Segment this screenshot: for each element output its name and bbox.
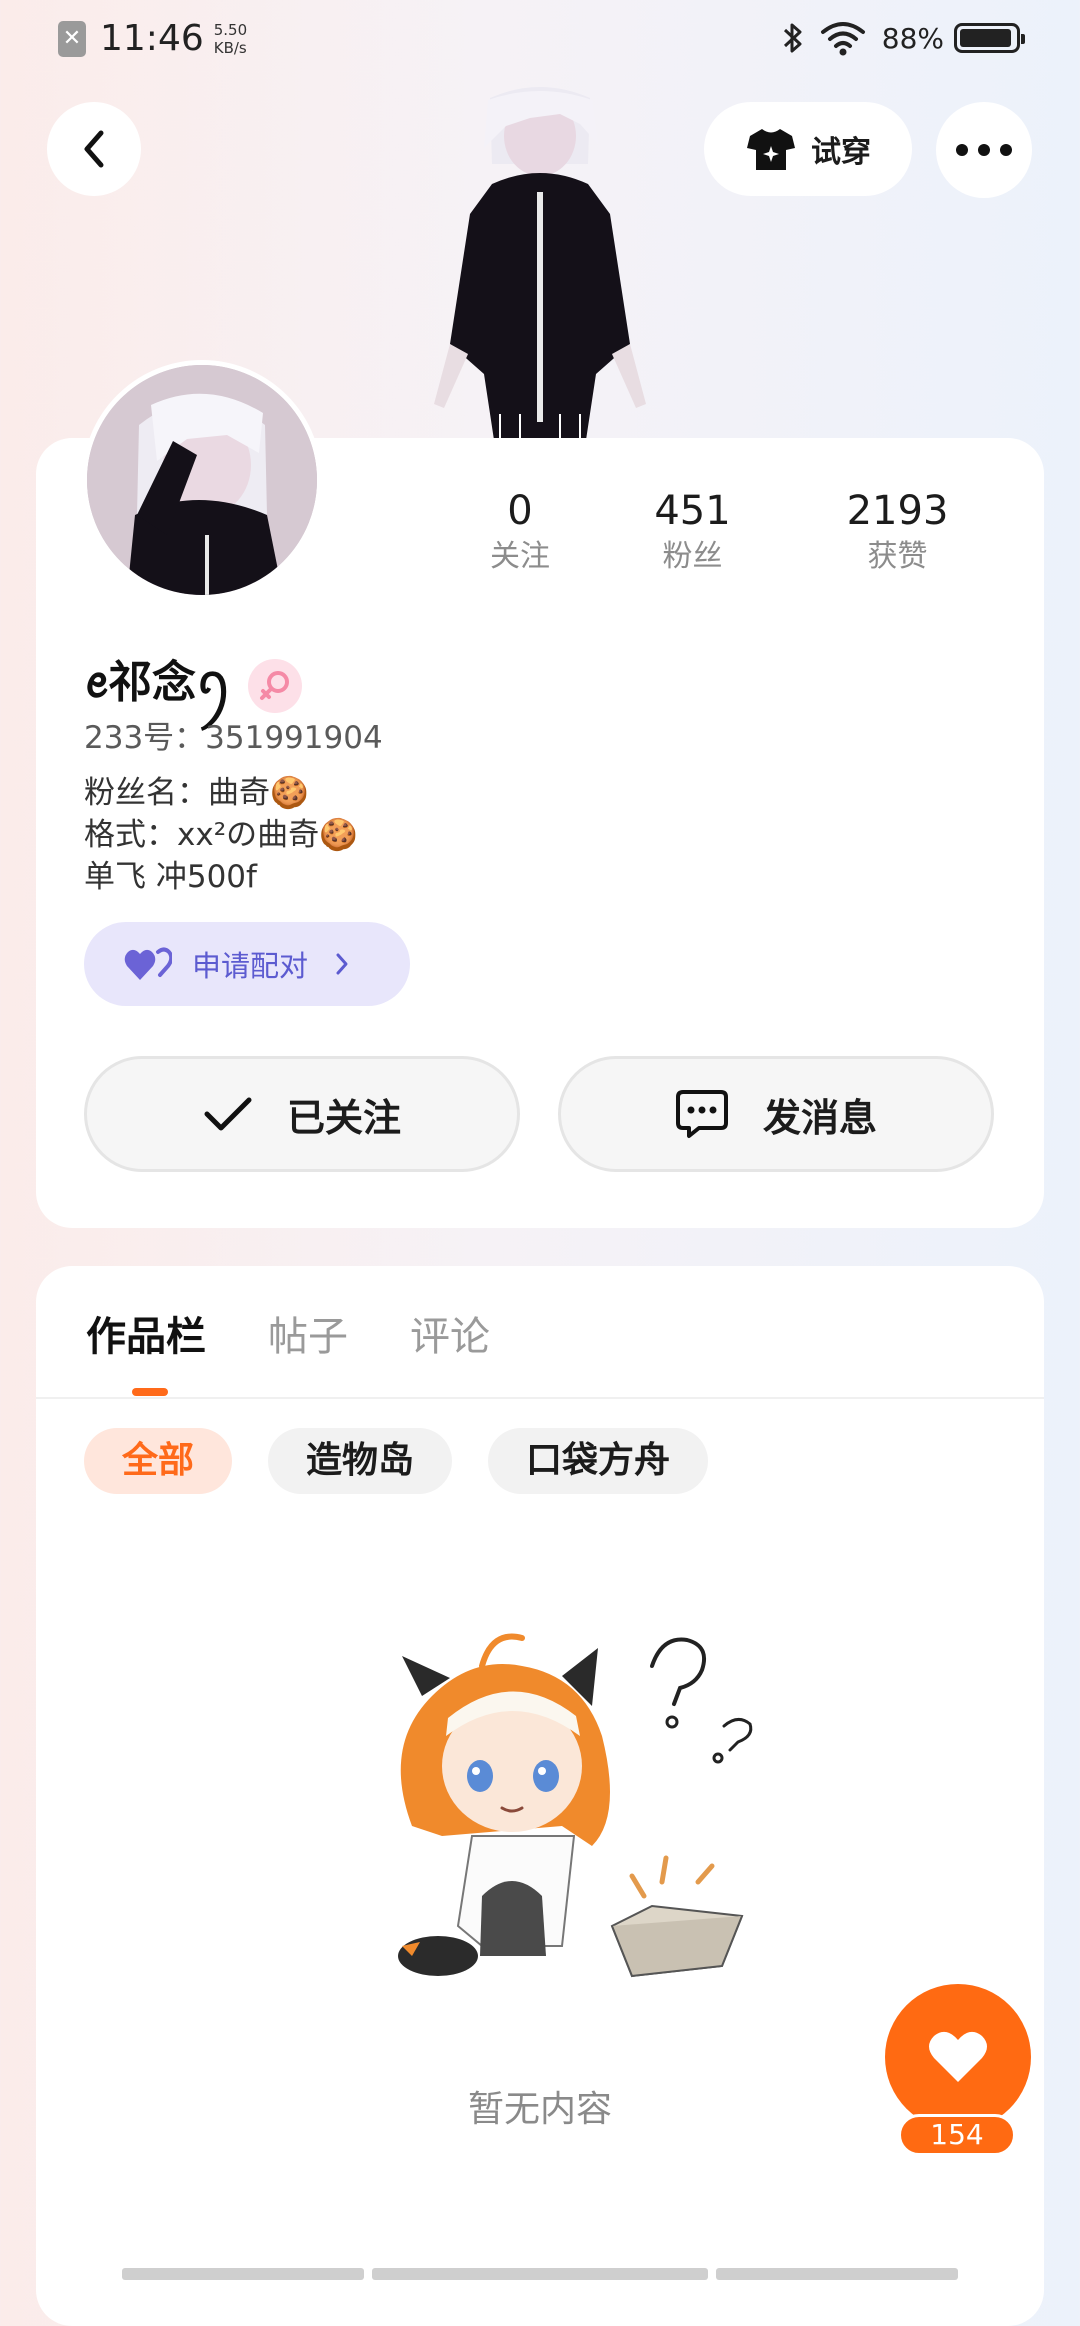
battery-icon xyxy=(954,23,1025,53)
back-arrow-icon xyxy=(84,130,104,168)
stat-following-label: 关注 xyxy=(490,539,550,574)
wifi-icon xyxy=(820,22,865,56)
chat-bubble-icon xyxy=(675,1090,728,1138)
more-dots-icon xyxy=(956,144,1012,156)
user-bio: 粉丝名：曲奇🍪 格式：xx²の曲奇🍪 单飞 冲500f xyxy=(84,772,358,898)
chip-pocket-ark[interactable]: 口袋方舟 xyxy=(488,1428,709,1494)
clock: 11:46 xyxy=(100,18,204,59)
active-tab-indicator xyxy=(132,1388,168,1396)
content-tabs: 作品栏 帖子 评论 xyxy=(86,1304,552,1362)
bio-line: 粉丝名：曲奇🍪 xyxy=(84,775,309,811)
like-count: 154 xyxy=(898,2114,1016,2156)
stat-followers-label: 粉丝 xyxy=(662,539,723,574)
shirt-icon xyxy=(747,129,795,170)
more-button[interactable] xyxy=(936,102,1032,198)
heart-icon xyxy=(929,2031,987,2082)
female-gender-icon xyxy=(247,659,302,713)
send-message-button[interactable]: 发消息 xyxy=(558,1056,994,1172)
stat-followers-value: 451 xyxy=(654,488,731,534)
checkmark-icon xyxy=(204,1097,252,1131)
bottom-preview-bar xyxy=(716,2268,958,2280)
banner-avatar-figure xyxy=(434,87,646,440)
bluetooth-icon xyxy=(783,23,802,53)
try-on-button[interactable]: 试穿 xyxy=(704,102,912,196)
back-button[interactable] xyxy=(47,102,141,196)
try-on-label: 试穿 xyxy=(811,135,871,170)
tabs-divider xyxy=(36,1397,1044,1399)
send-message-label: 发消息 xyxy=(762,1095,877,1140)
tab-posts[interactable]: 帖子 xyxy=(268,1304,348,1362)
battery-percent: 88% xyxy=(881,21,944,55)
profile-stats: 0 关注 451 粉丝 2193 获赞 xyxy=(450,486,1010,596)
request-pair-button[interactable]: 申请配对 xyxy=(84,922,410,1006)
status-bar: ✕ 11:46 5.50 KB/s 88% xyxy=(0,0,1080,80)
content-card: 作品栏 帖子 评论 全部 造物岛 口袋方舟 暂无内容 xyxy=(36,1266,1044,2326)
bottom-preview-bar xyxy=(122,2268,364,2280)
tab-comments[interactable]: 评论 xyxy=(410,1304,490,1362)
tab-works[interactable]: 作品栏 xyxy=(86,1304,206,1362)
followed-button[interactable]: 已关注 xyxy=(84,1056,520,1172)
bio-line: 格式：xx²の曲奇🍪 xyxy=(84,817,358,853)
network-speed: 5.50 KB/s xyxy=(213,20,248,57)
avatar-image xyxy=(87,365,317,595)
stat-likes-value: 2193 xyxy=(846,488,949,534)
stat-following-value: 0 xyxy=(507,488,533,534)
filter-chips: 全部 造物岛 口袋方舟 xyxy=(84,1428,744,1494)
avatar[interactable] xyxy=(82,360,322,600)
chip-creation-island[interactable]: 造物岛 xyxy=(268,1428,453,1494)
stat-followers[interactable]: 451 粉丝 xyxy=(590,486,795,596)
request-pair-label: 申请配对 xyxy=(192,949,309,983)
stat-likes[interactable]: 2193 获赞 xyxy=(795,486,1000,596)
stat-likes-label: 获赞 xyxy=(867,539,928,574)
empty-state-illustration xyxy=(398,1633,753,1978)
user-id: 233号：351991904 xyxy=(84,720,383,756)
bottom-preview-bar xyxy=(372,2268,708,2280)
chevron-right-icon xyxy=(336,953,348,975)
bio-line: 单飞 冲500f xyxy=(84,859,257,895)
stat-following[interactable]: 0 关注 xyxy=(450,486,590,596)
followed-label: 已关注 xyxy=(286,1095,401,1140)
like-button[interactable] xyxy=(885,1984,1031,2130)
no-sim-icon: ✕ xyxy=(58,20,86,57)
double-heart-icon xyxy=(124,947,172,980)
chip-all[interactable]: 全部 xyxy=(84,1428,233,1494)
